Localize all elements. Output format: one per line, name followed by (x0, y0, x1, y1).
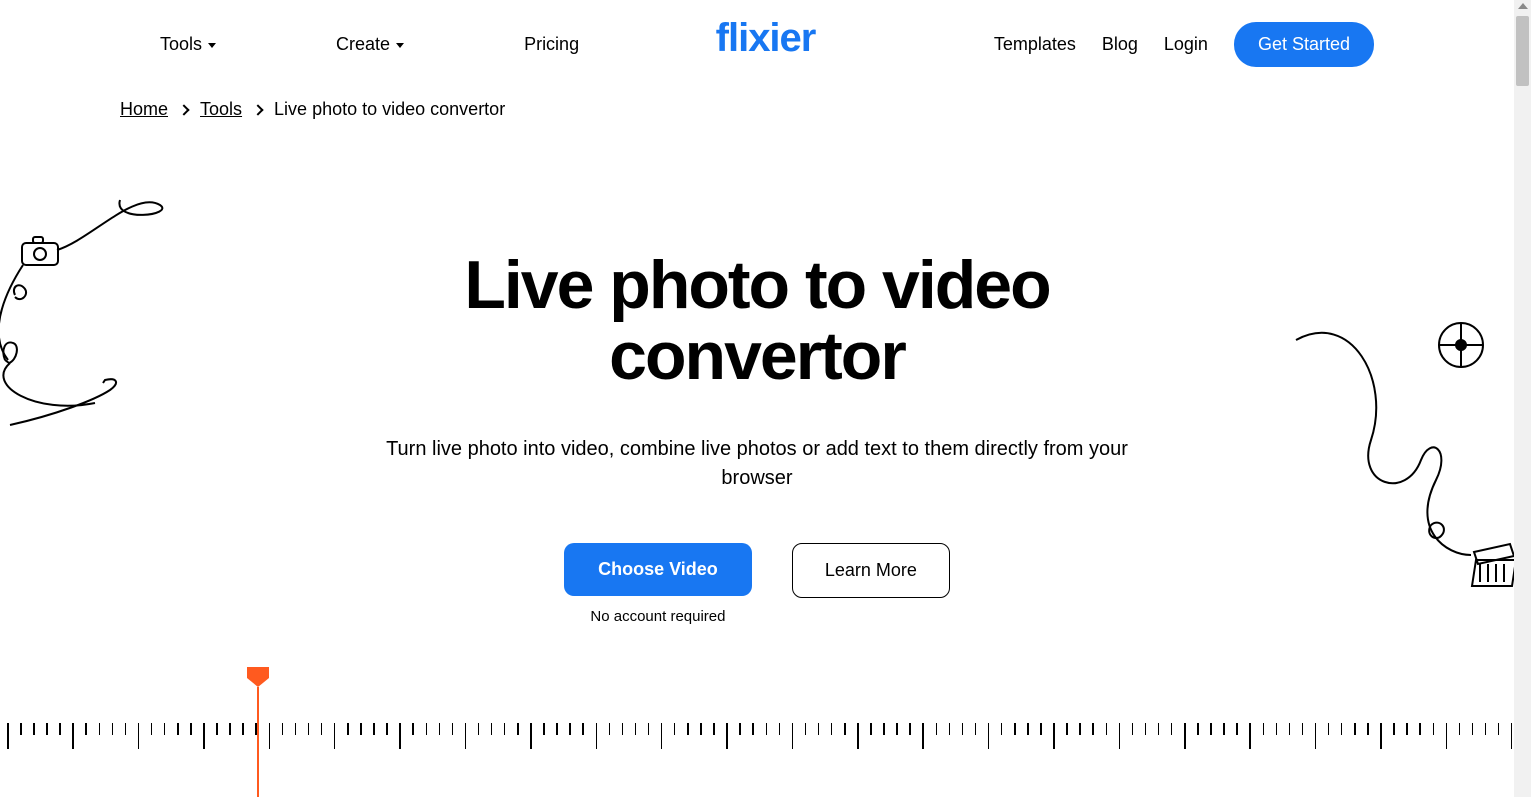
caret-icon (208, 43, 216, 48)
breadcrumb-current: Live photo to video convertor (274, 99, 505, 120)
chevron-right-icon (178, 104, 189, 115)
get-started-button[interactable]: Get Started (1234, 22, 1374, 67)
breadcrumb-tools[interactable]: Tools (200, 99, 242, 120)
timeline-ticks (7, 723, 1514, 763)
playhead-handle-icon (247, 667, 269, 687)
breadcrumb: Home Tools Live photo to video convertor (0, 89, 1531, 120)
chevron-right-icon (252, 104, 263, 115)
nav-pricing-label: Pricing (524, 34, 579, 55)
caret-icon (396, 43, 404, 48)
doodle-right-icon (1291, 310, 1521, 610)
cta-row: Choose Video No account required Learn M… (0, 543, 1514, 625)
no-account-note: No account required (590, 608, 725, 625)
page-subtitle: Turn live photo into video, combine live… (367, 435, 1147, 493)
doodle-left-icon (0, 185, 195, 465)
nav-templates[interactable]: Templates (994, 34, 1076, 55)
playhead-stem (257, 687, 259, 797)
nav-create[interactable]: Create (336, 34, 404, 55)
breadcrumb-home[interactable]: Home (120, 99, 168, 120)
timeline-ruler[interactable] (0, 723, 1514, 763)
page-scrollbar[interactable] (1514, 0, 1531, 797)
logo[interactable]: flixier (716, 16, 816, 61)
scroll-up-icon (1518, 3, 1528, 9)
page-title: Live photo to video convertor (357, 250, 1157, 393)
scrollbar-thumb[interactable] (1516, 16, 1529, 86)
nav-blog[interactable]: Blog (1102, 34, 1138, 55)
choose-video-group: Choose Video No account required (564, 543, 752, 625)
nav-pricing[interactable]: Pricing (524, 34, 579, 55)
hero-section: Live photo to video convertor Turn live … (0, 120, 1514, 625)
nav-right-group: Templates Blog Login Get Started (994, 22, 1374, 67)
nav-tools[interactable]: Tools (160, 34, 216, 55)
playhead[interactable] (248, 667, 268, 797)
nav-login[interactable]: Login (1164, 34, 1208, 55)
choose-video-button[interactable]: Choose Video (564, 543, 752, 596)
nav-left-group: Tools Create Pricing (160, 34, 579, 55)
nav-tools-label: Tools (160, 34, 202, 55)
learn-more-button[interactable]: Learn More (792, 543, 950, 598)
nav-create-label: Create (336, 34, 390, 55)
